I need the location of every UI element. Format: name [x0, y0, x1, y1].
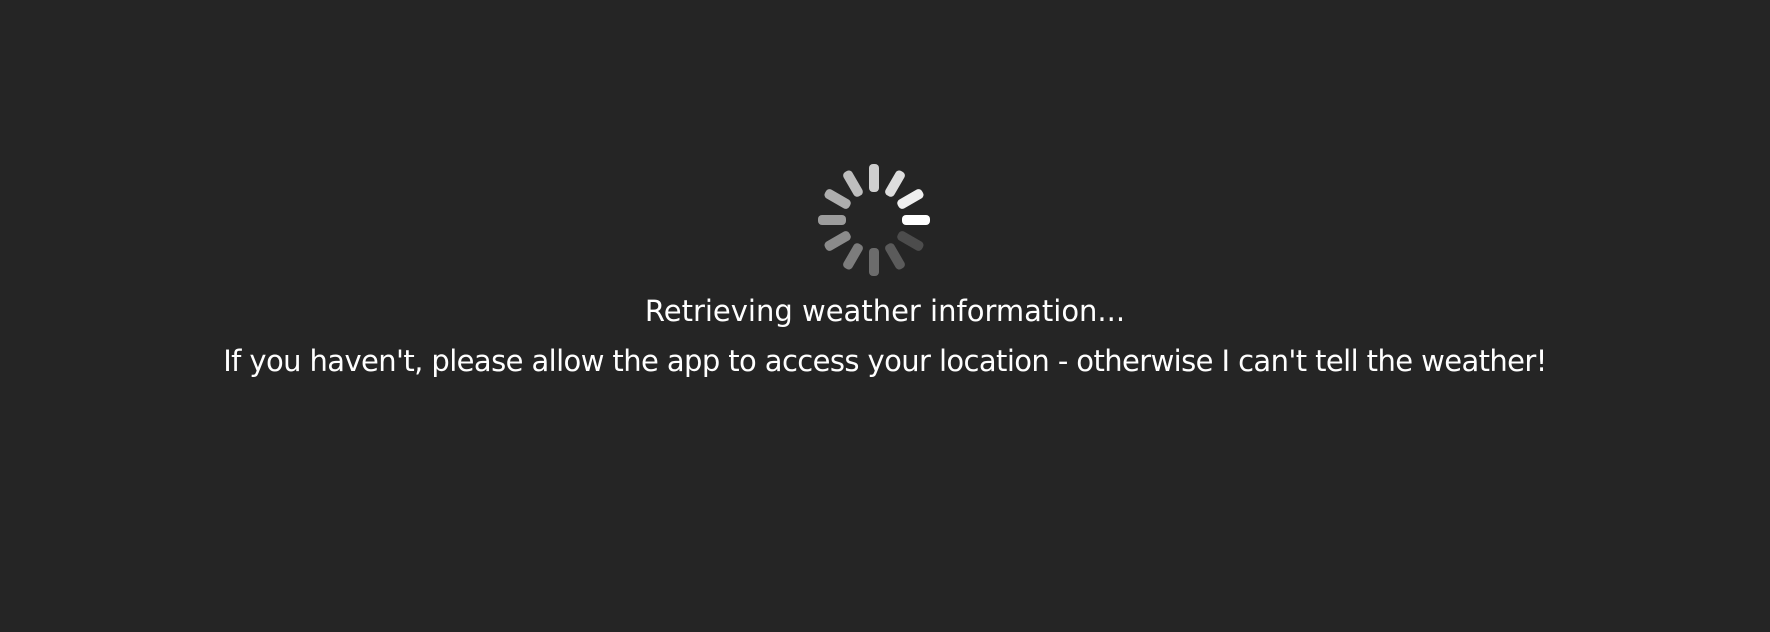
location-permission-message: If you haven't, please allow the app to … [223, 344, 1547, 378]
spinner-spoke [897, 189, 924, 209]
spinner-spokes [818, 164, 930, 276]
spinner-spoke [843, 170, 863, 197]
spinner-spoke [902, 215, 930, 225]
spinner-spoke [824, 189, 851, 209]
spinner-spoke [843, 243, 863, 270]
spinner-spoke [885, 243, 905, 270]
spinner-spoke [818, 215, 846, 225]
loading-title: Retrieving weather information... [644, 294, 1126, 328]
spinner-spoke [869, 248, 879, 276]
spinner-spoke [897, 231, 924, 251]
spinner-spoke [885, 170, 905, 197]
spinner-spoke [869, 164, 879, 192]
loading-screen: Retrieving weather information... If you… [0, 0, 1770, 632]
spinner-spoke [824, 231, 851, 251]
loading-spinner-icon [818, 164, 930, 276]
